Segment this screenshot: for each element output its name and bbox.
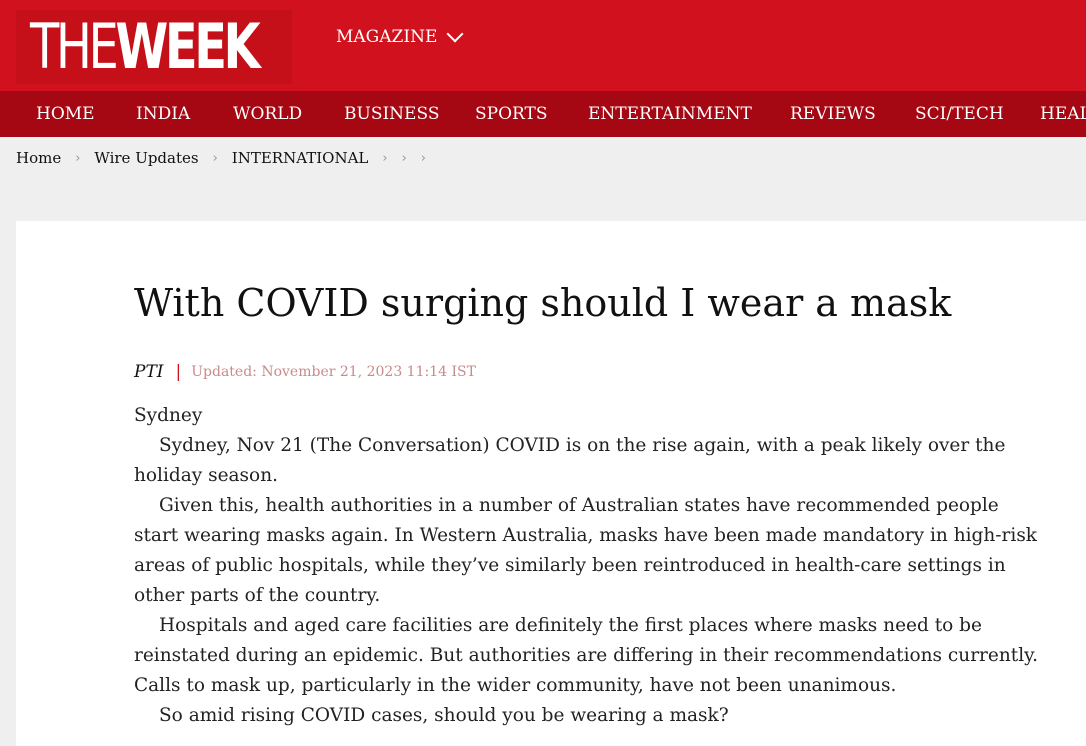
chevron-down-icon	[446, 25, 464, 43]
chevron-right-icon: ›	[212, 150, 218, 166]
nav-item-health[interactable]: HEAL	[1040, 91, 1086, 137]
nav-item-entertainment[interactable]: ENTERTAINMENT	[588, 91, 752, 137]
logo-week: WEEK	[115, 10, 260, 83]
breadcrumb: Home › Wire Updates › INTERNATIONAL › › …	[16, 146, 440, 170]
article-paragraph: Given this, health authorities in a numb…	[134, 495, 1038, 606]
article-paragraph: Sydney, Nov 21 (The Conversation) COVID …	[134, 435, 1006, 486]
nav-item-business[interactable]: BUSINESS	[344, 91, 439, 137]
magazine-label: MAGAZINE	[336, 27, 438, 47]
chevron-right-icon: ›	[420, 150, 426, 166]
chevron-right-icon: ›	[382, 150, 388, 166]
breadcrumb-international[interactable]: INTERNATIONAL	[232, 149, 369, 167]
article-title: With COVID surging should I wear a mask	[134, 281, 952, 325]
main-nav: HOME INDIA WORLD BUSINESS SPORTS ENTERTA…	[0, 91, 1086, 137]
nav-item-india[interactable]: INDIA	[136, 91, 190, 137]
nav-item-home[interactable]: HOME	[36, 91, 95, 137]
article-dateline: Sydney	[134, 405, 203, 426]
article-updated-date: Updated: November 21, 2023 11:14 IST	[191, 364, 476, 380]
article-paragraph: Hospitals and aged care facilities are d…	[134, 615, 1038, 696]
article-byline: PTI | Updated: November 21, 2023 11:14 I…	[134, 359, 476, 385]
logo-the: THE	[30, 10, 119, 83]
nav-item-world[interactable]: WORLD	[233, 91, 302, 137]
magazine-dropdown[interactable]: MAGAZINE	[336, 25, 464, 49]
chevron-right-icon: ›	[401, 150, 407, 166]
article-paragraph: So amid rising COVID cases, should you b…	[159, 705, 729, 726]
breadcrumb-home[interactable]: Home	[16, 149, 61, 167]
site-header: THEWEEK MAGAZINE	[0, 0, 1086, 91]
breadcrumb-wire-updates[interactable]: Wire Updates	[94, 149, 198, 167]
logo-text: THEWEEK	[30, 10, 261, 83]
site-logo[interactable]: THEWEEK	[16, 10, 292, 84]
nav-item-reviews[interactable]: REVIEWS	[790, 91, 876, 137]
nav-item-scitech[interactable]: SCI/TECH	[915, 91, 1004, 137]
byline-separator: |	[175, 362, 182, 382]
nav-item-sports[interactable]: SPORTS	[475, 91, 548, 137]
article-author[interactable]: PTI	[134, 359, 164, 385]
article-body: Sydney Sydney, Nov 21 (The Conversation)…	[134, 401, 1039, 731]
chevron-right-icon: ›	[75, 150, 81, 166]
